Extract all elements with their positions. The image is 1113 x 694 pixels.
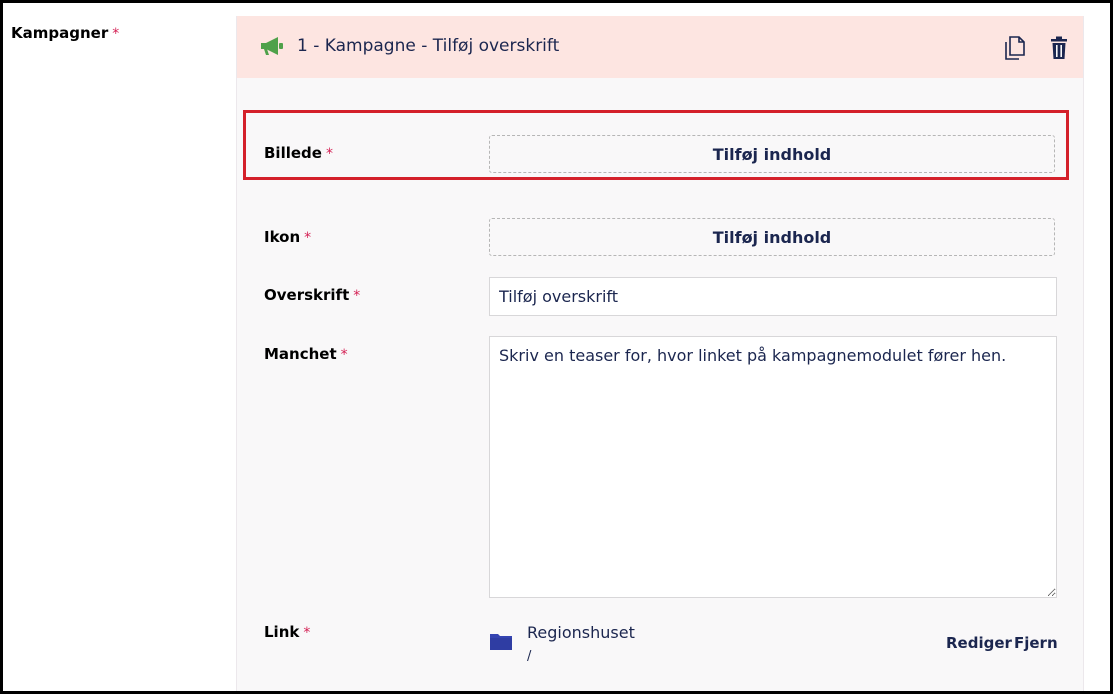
link-path: / bbox=[527, 649, 532, 664]
headline-input[interactable] bbox=[489, 277, 1057, 316]
required-mark: * bbox=[340, 347, 348, 363]
icon-label-text: Ikon bbox=[264, 228, 301, 246]
edit-link-button[interactable]: Rediger bbox=[946, 634, 1012, 652]
folder-icon bbox=[490, 634, 512, 650]
campaigns-label-text: Kampagner bbox=[11, 24, 109, 42]
campaign-block: 1 - Kampagne - Tilføj overskrift Billede… bbox=[236, 16, 1084, 691]
trash-icon[interactable] bbox=[1048, 36, 1070, 60]
required-mark: * bbox=[303, 625, 311, 641]
required-mark: * bbox=[353, 288, 361, 304]
teaser-label: Manchet * bbox=[264, 345, 348, 363]
teaser-textarea[interactable]: Skriv en teaser for, hvor linket på kamp… bbox=[489, 336, 1057, 598]
icon-label: Ikon * bbox=[264, 228, 311, 246]
icon-add-content-button[interactable]: Tilføj indhold bbox=[489, 218, 1055, 256]
image-add-content-button[interactable]: Tilføj indhold bbox=[489, 135, 1055, 173]
link-label: Link * bbox=[264, 623, 310, 641]
teaser-label-text: Manchet bbox=[264, 345, 337, 363]
megaphone-icon bbox=[261, 37, 283, 55]
link-name[interactable]: Regionshuset bbox=[527, 623, 635, 642]
required-mark: * bbox=[325, 146, 333, 162]
image-label-text: Billede bbox=[264, 144, 322, 162]
required-mark: * bbox=[304, 230, 312, 246]
copy-icon[interactable] bbox=[1004, 36, 1026, 60]
headline-label: Overskrift * bbox=[264, 286, 360, 304]
campaign-block-header[interactable]: 1 - Kampagne - Tilføj overskrift bbox=[237, 16, 1083, 78]
campaigns-label: Kampagner * bbox=[11, 24, 119, 42]
required-mark: * bbox=[112, 26, 120, 42]
link-label-text: Link bbox=[264, 623, 300, 641]
editor-frame: Kampagner * 1 - Kampagne - Tilføj overskr… bbox=[0, 0, 1113, 694]
image-label: Billede * bbox=[264, 144, 333, 162]
headline-label-text: Overskrift bbox=[264, 286, 350, 304]
campaign-block-title: 1 - Kampagne - Tilføj overskrift bbox=[297, 36, 560, 56]
remove-link-button[interactable]: Fjern bbox=[1014, 634, 1058, 652]
